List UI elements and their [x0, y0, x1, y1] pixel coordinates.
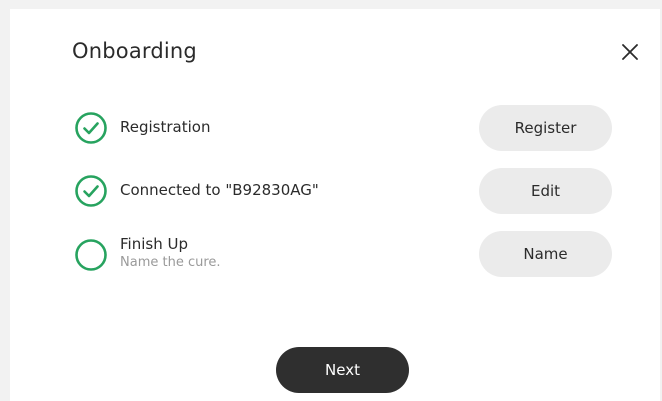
dialog-title: Onboarding [72, 39, 197, 63]
step-label: Registration [120, 118, 211, 136]
step-connection: Connected to "B92830AG" Edit [74, 168, 612, 214]
step-label: Connected to "B92830AG" [120, 181, 319, 199]
edit-button[interactable]: Edit [479, 168, 612, 214]
step-label: Finish Up [120, 235, 188, 253]
check-circle-icon [74, 174, 108, 208]
register-button[interactable]: Register [479, 105, 612, 151]
check-circle-icon [74, 111, 108, 145]
step-finish-up: Finish Up Name the cure. Name [74, 231, 612, 277]
next-button[interactable]: Next [276, 347, 409, 393]
step-registration: Registration Register [74, 105, 612, 151]
step-sublabel: Name the cure. [120, 255, 221, 270]
name-button[interactable]: Name [479, 231, 612, 277]
step-text: Connected to "B92830AG" [120, 181, 319, 199]
onboarding-dialog: Onboarding Registration Register Connect… [10, 9, 660, 401]
step-text: Registration [120, 118, 210, 136]
step-text: Finish Up Name the cure. [120, 235, 221, 270]
close-icon[interactable] [618, 40, 642, 64]
empty-circle-icon [74, 238, 108, 272]
